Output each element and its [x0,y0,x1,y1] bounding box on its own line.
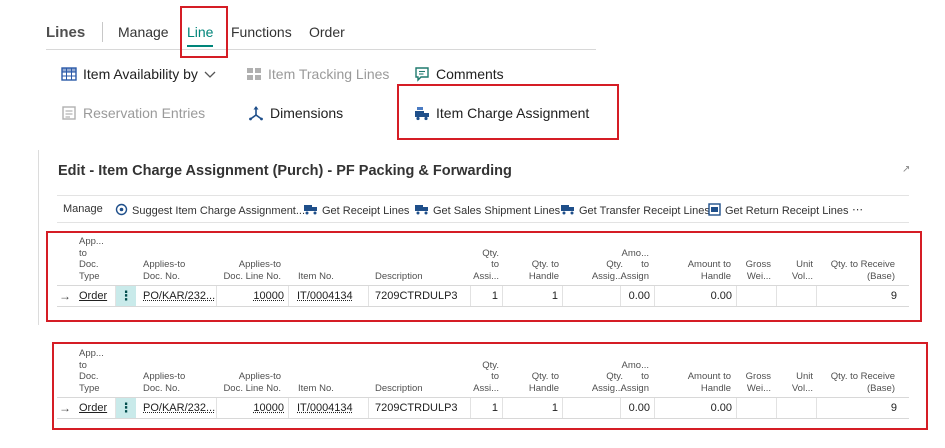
get-return-receipt-lines-label: Get Return Receipt Lines [725,205,849,217]
item-tracking-lines-label: Item Tracking Lines [268,66,390,82]
get-receipt-lines-label: Get Receipt Lines [322,204,410,217]
item-tracking-lines-button[interactable]: Item Tracking Lines [246,66,389,82]
more-options-icon[interactable]: ⋯ [852,203,863,216]
chevron-down-icon [204,69,216,79]
tab-functions[interactable]: Functions [231,24,292,40]
get-receipt-lines-button[interactable]: Get Receipt Lines [304,203,409,218]
panel-divider [38,150,39,325]
tracking-icon [246,66,262,82]
highlight-box-line-tab [180,6,228,58]
get-transfer-receipt-lines-label: Get Transfer Receipt Lines [579,204,710,217]
highlight-box-item-charge-assignment [397,84,619,140]
get-return-receipt-lines-button[interactable]: Get Return Receipt Lines [708,203,849,219]
lines-action-bar: Lines Manage Line Functions Order [46,18,596,50]
item-availability-label: Item Availability by [83,66,198,82]
highlight-box-grid-1 [46,231,922,322]
suggest-label: Suggest Item Charge Assignment... [132,205,306,217]
lines-title: Lines [46,24,86,41]
reservation-entries-label: Reservation Entries [83,105,206,121]
comments-button[interactable]: Comments [414,66,504,82]
get-sales-shipment-lines-label: Get Sales Shipment Lines [433,204,561,217]
toolbar-manage-button[interactable]: Manage [63,203,103,215]
comments-label: Comments [436,66,504,82]
dimensions-button[interactable]: Dimensions [248,105,343,121]
panel-toolbar: Manage Suggest Item Charge Assignment...… [57,195,909,223]
highlight-box-grid-2 [52,342,928,430]
expand-icon[interactable]: ↗ [902,164,910,175]
truck-icon [415,203,429,218]
get-sales-shipment-lines-button[interactable]: Get Sales Shipment Lines [415,203,560,218]
divider [102,22,103,42]
suggest-item-charge-assignment-button[interactable]: Suggest Item Charge Assignment... [115,203,305,219]
tab-order[interactable]: Order [309,24,345,40]
reservation-entries-button[interactable]: Reservation Entries [61,105,205,121]
dimensions-label: Dimensions [270,105,344,121]
tab-manage[interactable]: Manage [118,24,169,40]
return-icon [708,203,721,219]
truck-icon [304,203,318,218]
suggest-icon [115,203,128,219]
reservation-icon [61,105,77,121]
get-transfer-receipt-lines-button[interactable]: Get Transfer Receipt Lines [561,203,710,218]
truck-icon [561,203,575,218]
panel-title: Edit - Item Charge Assignment (Purch) - … [58,163,512,179]
calendar-grid-icon [61,66,77,82]
item-availability-button[interactable]: Item Availability by [61,66,216,82]
comment-icon [414,66,430,82]
dimensions-icon [248,105,264,121]
